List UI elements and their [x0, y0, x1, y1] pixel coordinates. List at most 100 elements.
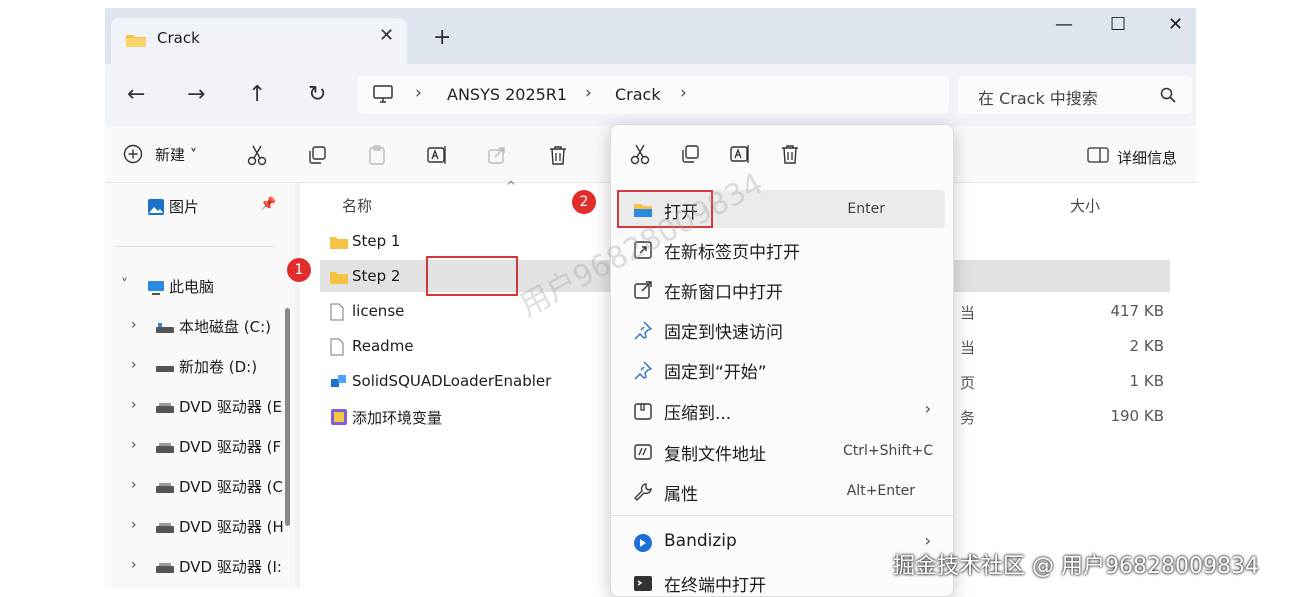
search-placeholder: 在 Crack 中搜索 [978, 89, 1098, 108]
credit-watermark: 掘金技术社区 @ 用户96828009834 [893, 554, 1259, 579]
minimize-button[interactable]: — [1055, 14, 1073, 35]
maximize-button[interactable]: ☐ [1110, 14, 1126, 35]
up-button[interactable]: ↑ [248, 82, 266, 107]
sidebar-item-pictures[interactable]: 图片 📌 [105, 193, 295, 223]
drive-icon [156, 366, 174, 372]
copy-icon[interactable] [679, 143, 701, 165]
tab-crack[interactable]: Crack ✕ [111, 18, 407, 64]
sidebar-item-dvd-e[interactable]: › DVD 驱动器 (E [105, 393, 295, 423]
new-tab-button[interactable]: + [433, 25, 451, 50]
step-badge-1: 1 [287, 258, 311, 282]
menu-item-label: 属性 [664, 485, 698, 505]
file-name: Step 1 [352, 232, 401, 250]
breadcrumb-separator: › [585, 83, 592, 103]
computer-icon [148, 281, 164, 295]
chevron-right-icon[interactable]: › [131, 477, 137, 493]
file-name: Step 2 [352, 267, 401, 285]
file-type: 当 [960, 304, 976, 322]
sidebar-item-dvd-f[interactable]: › DVD 驱动器 (F [105, 433, 295, 463]
dvd-icon [156, 483, 174, 493]
menu-item-properties[interactable]: 属性 Alt+Enter [619, 472, 945, 510]
details-pane-icon [1087, 147, 1109, 163]
sidebar-item-dvd-i[interactable]: › DVD 驱动器 (I: [105, 553, 295, 583]
menu-item-label: 固定到“开始” [664, 363, 767, 383]
menu-item-label: 固定到快速访问 [664, 323, 783, 343]
sidebar-item-label: 图片 [169, 198, 200, 216]
sidebar-item-drive-c[interactable]: › 本地磁盘 (C:) [105, 313, 295, 343]
chevron-right-icon[interactable]: › [131, 317, 137, 333]
column-header-name[interactable]: 名称 [342, 195, 372, 216]
menu-item-open-new-window[interactable]: 在新窗口中打开 [619, 270, 945, 308]
sidebar-item-label: DVD 驱动器 (E [179, 398, 282, 416]
context-menu: 打开 Enter 在新标签页中打开 在新窗口中打开 固定到快速访问 固定到“开始… [610, 124, 954, 597]
file-icon [330, 303, 344, 321]
address-bar[interactable]: › ANSYS 2025R1 › Crack › [357, 76, 949, 114]
file-type: 当 [960, 339, 976, 357]
new-window-icon [634, 281, 652, 299]
dvd-icon [156, 523, 174, 533]
step-badge-2: 2 [572, 190, 596, 214]
add-icon [123, 144, 143, 164]
chevron-right-icon[interactable]: › [131, 397, 137, 413]
menu-item-pin-start[interactable]: 固定到“开始” [619, 350, 945, 388]
computer-icon [373, 85, 393, 103]
file-size: 417 KB [1110, 302, 1164, 320]
registry-icon [331, 375, 346, 387]
properties-icon [634, 483, 652, 501]
sidebar-item-drive-d[interactable]: › 新加卷 (D:) [105, 353, 295, 383]
paste-icon[interactable] [366, 144, 388, 166]
breadcrumb-crack[interactable]: Crack [615, 85, 661, 104]
back-button[interactable]: ← [127, 82, 145, 107]
menu-item-pin-quick-access[interactable]: 固定到快速访问 [619, 310, 945, 348]
search-input[interactable]: 在 Crack 中搜索 [958, 76, 1192, 114]
menu-item-shortcut: Ctrl+Shift+C [843, 443, 933, 459]
menu-item-label: 在新窗口中打开 [664, 283, 783, 303]
chevron-right-icon[interactable]: › [131, 437, 137, 453]
cut-icon[interactable] [629, 143, 651, 165]
file-name: 添加环境变量 [352, 409, 443, 427]
menu-item-compress[interactable]: 压缩到... › [619, 391, 945, 429]
search-icon[interactable] [1160, 87, 1176, 103]
details-label: 详细信息 [1117, 149, 1178, 167]
file-size: 2 KB [1129, 337, 1164, 355]
rename-icon[interactable] [426, 144, 448, 166]
chevron-right-icon[interactable]: › [131, 357, 137, 373]
highlight-box [426, 256, 518, 296]
navigation-bar: ← → ↑ ↻ › ANSYS 2025R1 › Crack › 在 Crack… [105, 64, 1196, 126]
breadcrumb-ansys[interactable]: ANSYS 2025R1 [447, 85, 567, 104]
sidebar-item-dvd-h[interactable]: › DVD 驱动器 (H [105, 513, 295, 543]
delete-icon[interactable] [779, 143, 801, 165]
chevron-right-icon: › [924, 399, 931, 418]
details-button[interactable]: 详细信息 [1087, 126, 1187, 182]
share-icon[interactable] [486, 144, 508, 166]
file-name: Readme [352, 337, 414, 355]
title-bar: Crack ✕ + — ☐ ✕ [105, 8, 1196, 64]
forward-button[interactable]: → [187, 82, 205, 107]
chevron-down-icon[interactable]: ˅ [121, 277, 128, 293]
refresh-button[interactable]: ↻ [308, 82, 326, 107]
terminal-icon [634, 576, 652, 591]
sidebar-item-this-pc[interactable]: ˅ 此电脑 [105, 273, 295, 303]
tab-title: Crack [157, 29, 200, 47]
chevron-right-icon[interactable]: › [131, 557, 137, 573]
close-window-button[interactable]: ✕ [1168, 14, 1183, 35]
sidebar-item-label: DVD 驱动器 (C [179, 478, 283, 496]
menu-item-shortcut: Alt+Enter [846, 483, 915, 499]
divider [115, 246, 275, 247]
navigation-pane: 图片 📌 ˅ 此电脑 › 本地磁盘 (C:) › 新加卷 (D:) › DVD … [105, 183, 295, 588]
sidebar-item-label: 本地磁盘 (C:) [179, 318, 271, 336]
sidebar-scrollbar[interactable] [285, 308, 290, 526]
chevron-right-icon[interactable]: › [131, 517, 137, 533]
copy-icon[interactable] [306, 144, 328, 166]
close-tab-icon[interactable]: ✕ [379, 25, 394, 46]
cut-icon[interactable] [246, 144, 268, 166]
sort-up-icon: ^ [506, 179, 517, 193]
sidebar-item-dvd-g[interactable]: › DVD 驱动器 (C [105, 473, 295, 503]
menu-item-label: 压缩到... [664, 404, 732, 424]
delete-icon[interactable] [547, 144, 569, 166]
sidebar-item-label: DVD 驱动器 (F [179, 438, 282, 456]
column-header-size[interactable]: 大小 [1070, 195, 1100, 216]
menu-item-copy-path[interactable]: 复制文件地址 Ctrl+Shift+C [619, 432, 945, 470]
file-size: 190 KB [1110, 407, 1164, 425]
folder-icon [330, 272, 348, 284]
